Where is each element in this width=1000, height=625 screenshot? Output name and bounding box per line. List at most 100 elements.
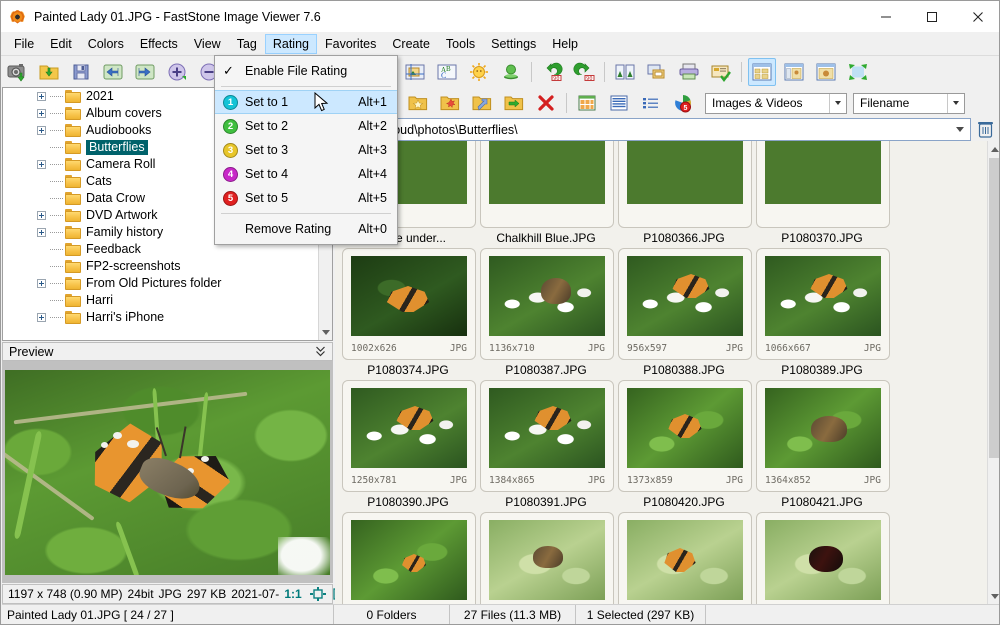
rotate-right-icon[interactable]: 90 [570,58,598,86]
delete-icon[interactable] [532,89,560,117]
thumbnail-card[interactable]: 1012x632JPG [480,512,614,604]
thumbnail-card[interactable]: 1250x781JPG [342,380,476,492]
details-view-icon[interactable] [637,89,665,117]
menu-help[interactable]: Help [544,34,586,54]
thumbnail-image[interactable] [765,256,881,336]
thumbnail-card[interactable]: 1373x859JPG [618,380,752,492]
favorite-folder-icon[interactable] [404,89,432,117]
menu-item-set-to-2[interactable]: 2Set to 2Alt+2 [215,114,397,138]
sort-caret[interactable] [947,94,964,113]
thumbnail-image[interactable] [765,520,881,600]
menu-colors[interactable]: Colors [80,34,132,54]
thumbnail-card[interactable]: 994x621JPG [618,512,752,604]
menu-item-remove-rating[interactable]: Remove Rating Alt+0 [215,217,397,241]
file-type-filter-dropdown[interactable]: Images & Videos [705,93,847,114]
tree-scroll-down-arrow[interactable] [319,324,333,340]
thumbnail-item[interactable]: Chalkhill Blue.JPG [477,141,615,245]
thumbnail-image[interactable] [351,388,467,468]
thumbnail-image[interactable] [351,256,467,336]
thumbnail-card[interactable] [480,141,614,228]
expand-icon[interactable] [37,228,46,237]
print-icon[interactable] [675,58,703,86]
adjust-lighting-icon[interactable] [465,58,493,86]
thumbnail-item[interactable]: 1250x781JPGP1080390.JPG [339,377,477,509]
thumbnail-image[interactable] [627,520,743,600]
crop-board-icon[interactable] [401,58,429,86]
thumbnail-item[interactable]: 1373x859JPGP1080420.JPG [615,377,753,509]
thumbnail-item[interactable]: 1002x626JPGP1080374.JPG [339,245,477,377]
screen-capture-icon[interactable] [3,58,31,86]
save-as-icon[interactable] [67,58,95,86]
thumbnail-card[interactable]: 1364x852JPG [756,380,890,492]
expand-icon[interactable] [37,313,46,322]
menu-favorites[interactable]: Favorites [317,34,384,54]
preview-view-icon[interactable] [812,58,840,86]
previous-image-icon[interactable] [99,58,127,86]
file-type-filter-caret[interactable] [829,94,846,113]
thumbnail-card[interactable]: 1002x626JPG [342,248,476,360]
preview-image[interactable] [5,370,330,575]
thumbnail-card[interactable]: 1180x737JPG [342,512,476,604]
rotate-left-icon[interactable]: 90 [538,58,566,86]
expand-icon[interactable] [37,160,46,169]
batch-convert-icon[interactable] [643,58,671,86]
thumbnail-scroll-down-arrow[interactable] [988,588,1000,604]
menu-item-set-to-3[interactable]: 3Set to 3Alt+3 [215,138,397,162]
thumbnail-scrollbar[interactable] [987,141,1000,604]
minimize-button[interactable] [863,1,909,32]
thumbnail-image[interactable] [489,388,605,468]
tree-item-harri-s-iphone[interactable]: Harri's iPhone [3,309,319,326]
resize-icon[interactable] [611,58,639,86]
menu-create[interactable]: Create [384,34,438,54]
thumbnail-scroll-thumb[interactable] [989,158,1000,458]
path-input[interactable]: k\NextCloud\photos\Butterflies\ [339,118,971,141]
thumbnail-image[interactable] [489,520,605,600]
expand-icon[interactable] [37,92,46,101]
thumbnail-item[interactable]: 1180x737JPGP1080435.JPG [339,509,477,604]
menu-item-set-to-5[interactable]: 5Set to 5Alt+5 [215,186,397,210]
thumbnail-card[interactable]: 1066x667JPG [756,248,890,360]
thumbnail-item[interactable]: 1066x667JPGP1080389.JPG [753,245,891,377]
menu-effects[interactable]: Effects [132,34,186,54]
menu-file[interactable]: File [6,34,42,54]
thumbnail-view-icon[interactable] [573,89,601,117]
menu-rating[interactable]: Rating [265,34,317,54]
thumbnail-item[interactable]: 1384x865JPGP1080391.JPG [477,377,615,509]
next-image-icon[interactable] [131,58,159,86]
zoom-in-icon[interactable] [163,58,191,86]
thumbnail-card[interactable] [756,141,890,228]
preview-panel[interactable] [2,361,333,583]
menu-item-set-to-1[interactable]: 1Set to 1Alt+1 [215,90,397,114]
thumbnail-card[interactable]: 956x597JPG [618,248,752,360]
thumbnail-image[interactable] [765,388,881,468]
thumbnail-item[interactable]: 1208x755JPGP1080650.JPG [753,509,891,604]
thumbnail-image[interactable] [627,256,743,336]
close-button[interactable] [955,1,1000,32]
thumbnail-item[interactable]: 956x597JPGP1080388.JPG [615,245,753,377]
move-to-folder-icon[interactable] [500,89,528,117]
copy-to-folder-icon[interactable] [468,89,496,117]
open-folder-icon[interactable] [35,58,63,86]
menu-edit[interactable]: Edit [42,34,80,54]
sort-dropdown[interactable]: Filename [853,93,965,114]
thumbnail-item[interactable]: 1136x710JPGP1080387.JPG [477,245,615,377]
thumbnail-card[interactable] [618,141,752,228]
thumbnail-card[interactable]: 1208x755JPG [756,512,890,604]
tree-item-harri[interactable]: Harri [3,292,319,309]
menu-item-enable-file-rating[interactable]: ✓ Enable File Rating [215,59,397,83]
red-eye-icon[interactable] [497,58,525,86]
thumbnail-image[interactable] [489,256,605,336]
chevron-double-down-icon[interactable] [315,345,326,358]
maximize-button[interactable] [909,1,955,32]
thumbnail-grid[interactable]: ll Blue under...Chalkhill Blue.JPGP10803… [335,141,1000,604]
expand-icon[interactable] [37,279,46,288]
tree-item-from-old-pictures-folder[interactable]: From Old Pictures folder [3,275,319,292]
trash-icon[interactable] [974,117,996,141]
thumbnail-card[interactable]: 1384x865JPG [480,380,614,492]
thumbnail-scroll-up-arrow[interactable] [988,141,1000,157]
menu-item-set-to-4[interactable]: 4Set to 4Alt+4 [215,162,397,186]
list-view-icon[interactable] [605,89,633,117]
thumbnail-image[interactable] [627,141,743,204]
fit-window-icon[interactable] [310,587,326,601]
email-icon[interactable] [707,58,735,86]
